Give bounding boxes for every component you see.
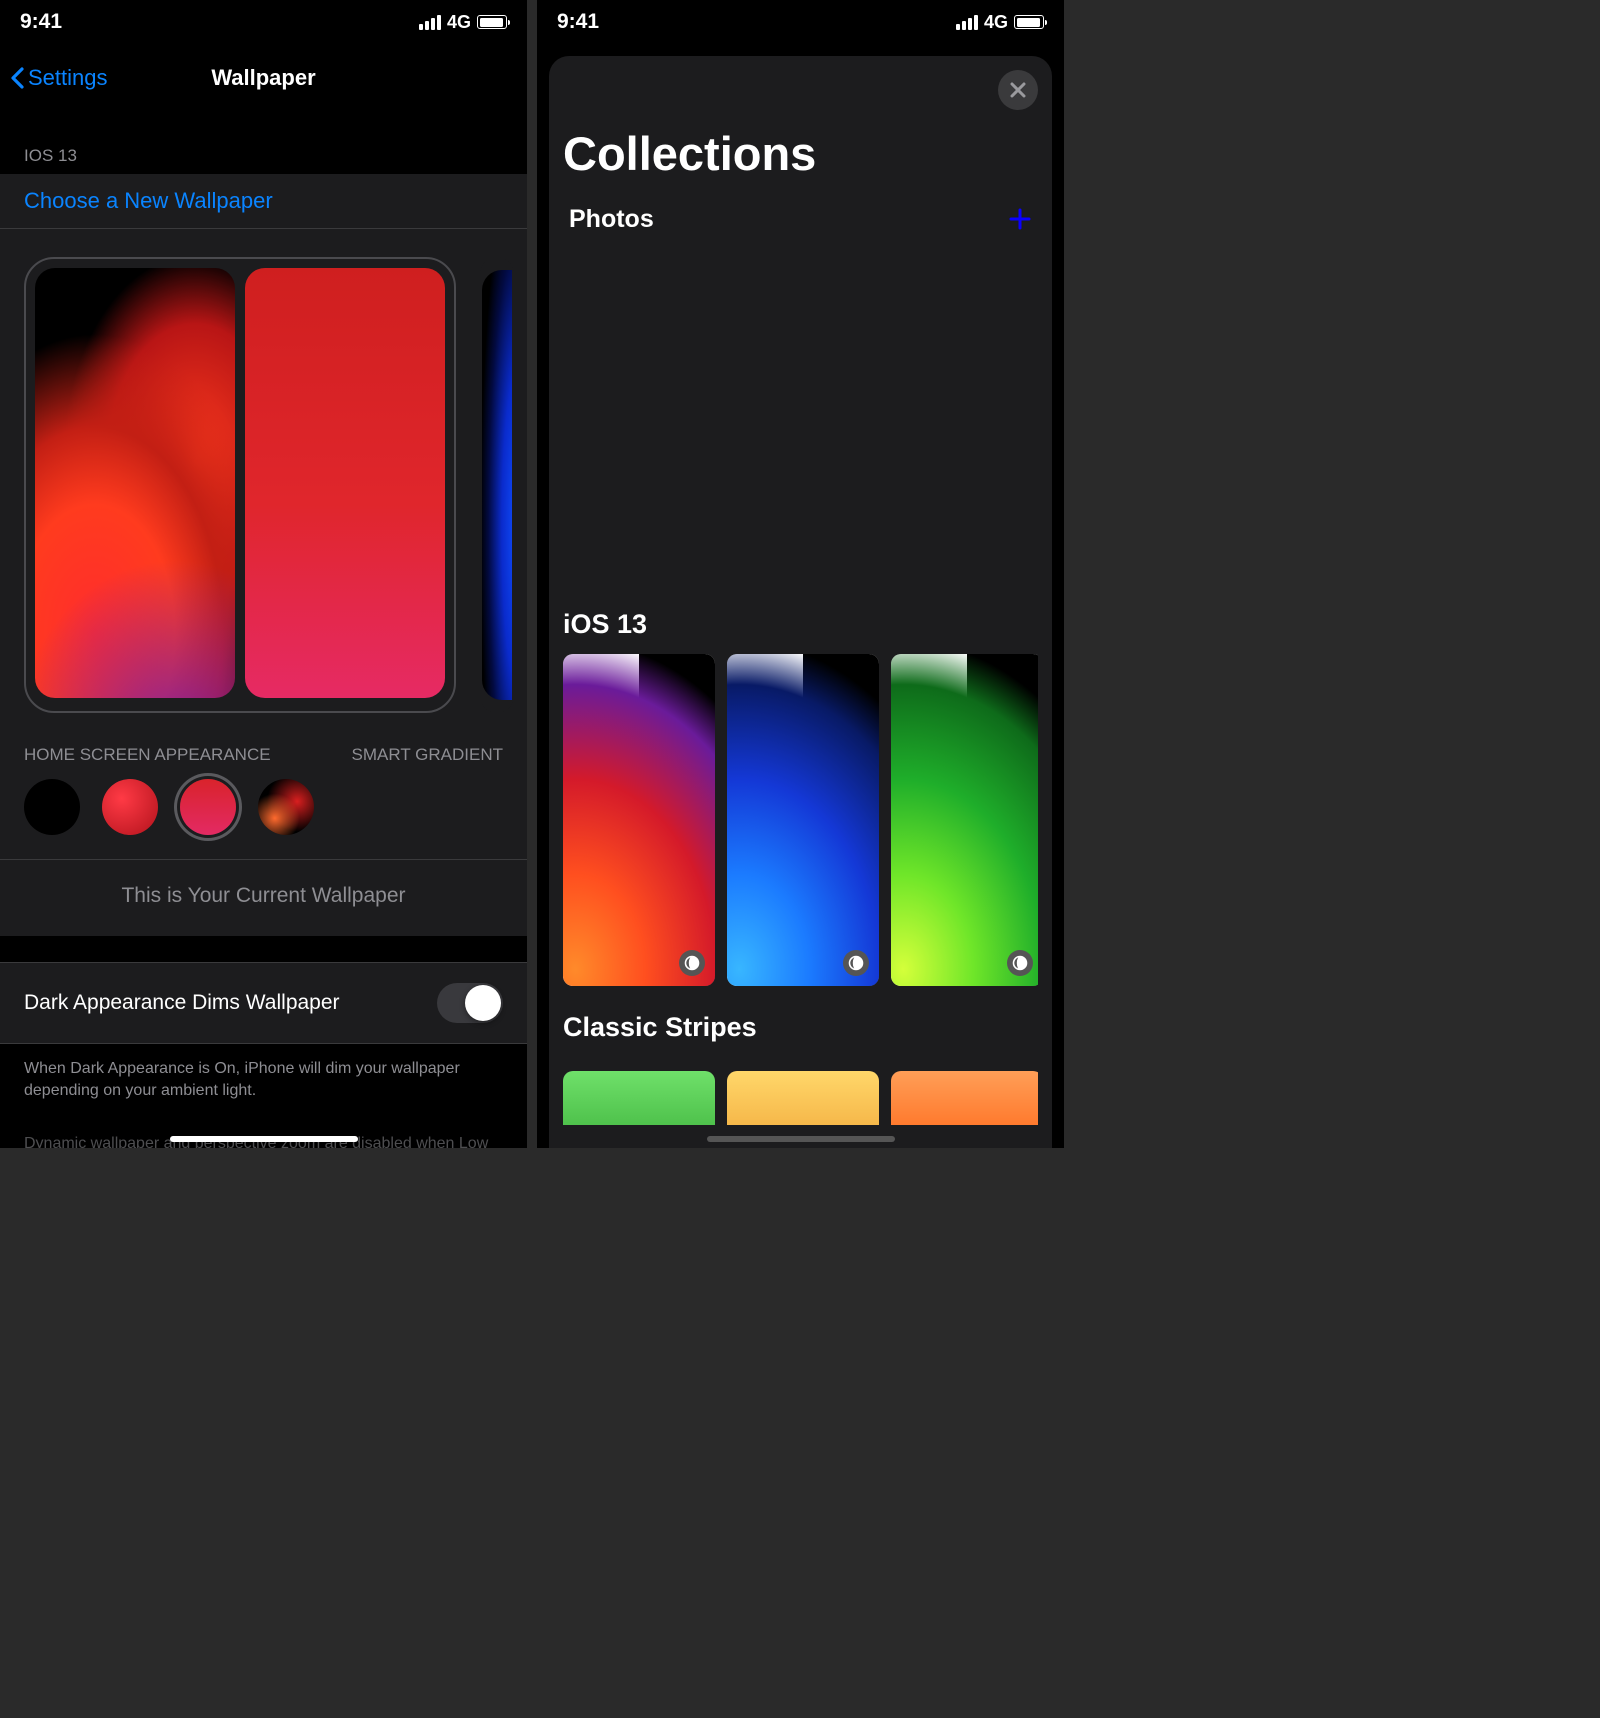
choose-wallpaper-link[interactable]: Choose a New Wallpaper [0,174,527,229]
home-screen-appearance-row: HOME SCREEN APPEARANCE SMART GRADIENT [0,735,527,779]
swatch-red[interactable] [102,779,158,835]
back-button[interactable]: Settings [10,65,108,91]
swatch-wallpaper-blob[interactable] [258,779,314,835]
status-network: 4G [984,12,1008,33]
nav-bar: Settings Wallpaper [0,44,527,112]
current-wallpaper-note: This is Your Current Wallpaper [0,859,527,936]
close-button[interactable] [998,70,1038,110]
footer-note-1: When Dark Appearance is On, iPhone will … [0,1044,527,1115]
stripe-thumb-green[interactable] [563,1071,715,1125]
signal-icon [419,15,441,30]
photos-empty-area[interactable] [563,237,1038,587]
wallpaper-preview-pair-next[interactable] [480,257,514,713]
wallpaper-preview-pair-selected[interactable] [24,257,456,713]
dynamic-icon [848,955,864,971]
status-bar: 9:41 4G [0,0,527,44]
status-network: 4G [447,12,471,33]
page-title: Wallpaper [211,65,315,91]
toggle-label: Dark Appearance Dims Wallpaper [24,991,340,1015]
classic-stripes-label: Classic Stripes [563,986,1038,1057]
smart-gradient-label: SMART GRADIENT [352,745,503,765]
collections-title: Collections [563,56,1038,201]
footer-note-2: Dynamic wallpaper and perspective zoom a… [0,1115,527,1148]
add-photo-button[interactable] [1008,201,1032,237]
wallpaper-preview-carousel[interactable] [0,229,527,735]
swatch-black[interactable] [24,779,80,835]
signal-icon [956,15,978,30]
close-icon [1009,81,1027,99]
photos-label: Photos [569,205,654,234]
lock-screen-preview-next [482,270,512,700]
swatch-red-gradient[interactable] [180,779,236,835]
wallpaper-thumb-red[interactable] [563,654,715,986]
wallpaper-thumb-blue[interactable] [727,654,879,986]
toggle-knob [465,985,501,1021]
status-time: 9:41 [557,10,599,34]
dynamic-icon [1012,955,1028,971]
choose-wallpaper-label: Choose a New Wallpaper [24,188,273,213]
phone-wallpaper-settings: 9:41 4G Settings Wallpaper IOS 13 Choose… [0,0,527,1148]
appearance-swatches [0,779,527,859]
section-header: IOS 13 [0,112,527,174]
ios13-section-label: iOS 13 [563,587,1038,654]
dark-dims-wallpaper-row: Dark Appearance Dims Wallpaper [0,962,527,1044]
classic-stripes-thumbs[interactable] [563,1071,1038,1125]
photos-row: Photos [563,201,1038,237]
battery-icon [477,15,507,29]
ios13-thumbs[interactable] [563,654,1038,986]
dynamic-badge [1007,950,1033,976]
lock-screen-preview [35,268,235,698]
home-indicator[interactable] [707,1136,895,1142]
hsa-label: HOME SCREEN APPEARANCE [24,745,271,765]
status-bar: 9:41 4G [537,0,1064,44]
status-time: 9:41 [20,10,62,34]
stripe-thumb-yellow[interactable] [727,1071,879,1125]
stripe-thumb-orange[interactable] [891,1071,1038,1125]
plus-icon [1008,207,1032,231]
home-screen-preview [245,268,445,698]
dark-dims-wallpaper-toggle[interactable] [437,983,503,1023]
battery-icon [1014,15,1044,29]
wallpaper-thumb-green[interactable] [891,654,1038,986]
back-label: Settings [28,65,108,91]
dynamic-badge [843,950,869,976]
phone-collections: 9:41 4G Collections Photos [537,0,1064,1148]
dynamic-icon [684,955,700,971]
collections-sheet: Collections Photos iOS 13 [549,56,1052,1148]
chevron-left-icon [10,67,24,89]
home-indicator[interactable] [170,1136,358,1142]
dynamic-badge [679,950,705,976]
